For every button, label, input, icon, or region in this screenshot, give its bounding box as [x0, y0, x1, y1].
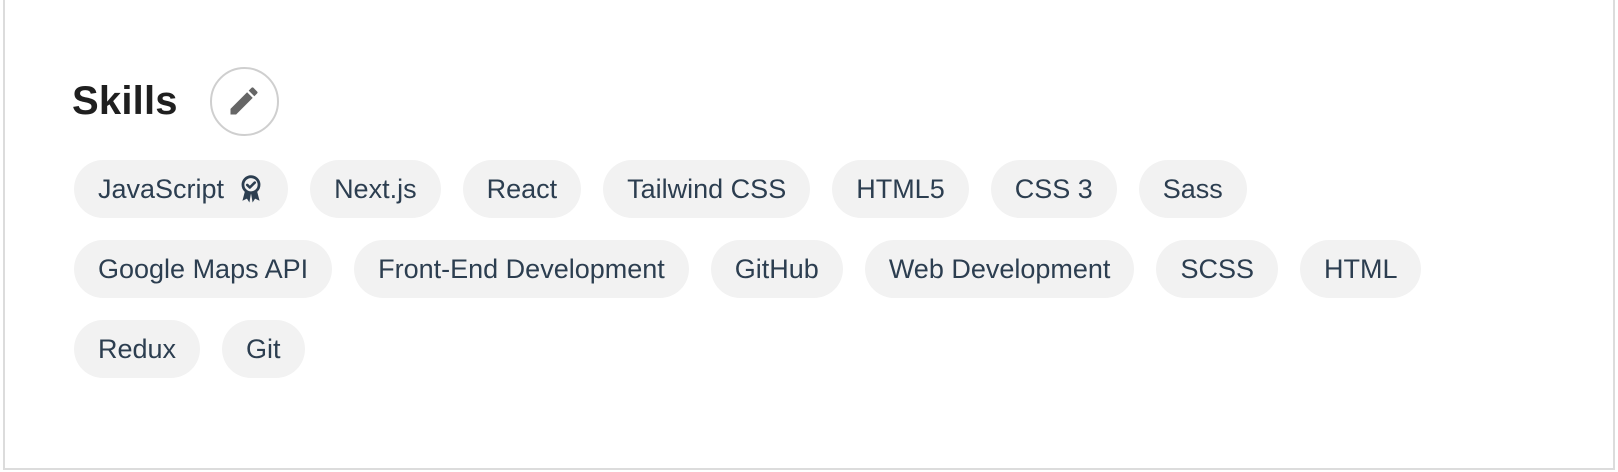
- skill-label: CSS 3: [1014, 173, 1093, 204]
- skill-label: Next.js: [334, 173, 417, 204]
- skill-label: GitHub: [734, 253, 819, 284]
- skills-card: Skills JavaScript Next.js React Tailwind…: [3, 0, 1615, 470]
- section-title: Skills: [72, 78, 178, 123]
- award-ribbon-icon: [238, 174, 264, 204]
- skill-pill-nextjs[interactable]: Next.js: [310, 160, 441, 218]
- skill-label: Redux: [98, 333, 177, 364]
- skills-header: Skills: [72, 66, 279, 136]
- skill-pill-github[interactable]: GitHub: [710, 240, 843, 298]
- skill-label: React: [486, 173, 558, 204]
- skill-pill-sass[interactable]: Sass: [1138, 160, 1247, 218]
- skill-label: SCSS: [1180, 253, 1254, 284]
- skill-pill-html5[interactable]: HTML5: [832, 160, 969, 218]
- skill-pill-scss[interactable]: SCSS: [1156, 240, 1278, 298]
- edit-skills-button[interactable]: [209, 66, 279, 136]
- skill-label: Front-End Development: [378, 253, 665, 284]
- skill-label: Google Maps API: [98, 253, 309, 284]
- skill-label: Sass: [1162, 173, 1223, 204]
- skill-pill-javascript[interactable]: JavaScript: [74, 160, 289, 218]
- skill-label: HTML5: [856, 173, 945, 204]
- skill-pill-front-end-development[interactable]: Front-End Development: [354, 240, 689, 298]
- skill-label: Git: [246, 333, 281, 364]
- skill-pill-css3[interactable]: CSS 3: [990, 160, 1117, 218]
- skill-label: HTML: [1323, 253, 1398, 284]
- skill-pill-html[interactable]: HTML: [1299, 240, 1422, 298]
- skill-pill-web-development[interactable]: Web Development: [864, 240, 1135, 298]
- skill-pill-google-maps-api[interactable]: Google Maps API: [74, 240, 333, 298]
- skill-pill-tailwind-css[interactable]: Tailwind CSS: [603, 160, 811, 218]
- skill-label: Tailwind CSS: [627, 173, 787, 204]
- skill-pill-react[interactable]: React: [462, 160, 582, 218]
- skill-label: JavaScript: [98, 173, 225, 204]
- pencil-icon: [226, 83, 262, 119]
- skills-list: JavaScript Next.js React Tailwind CSS HT…: [74, 160, 1524, 378]
- skill-pill-git[interactable]: Git: [222, 320, 305, 378]
- skill-label: Web Development: [888, 253, 1111, 284]
- skill-pill-redux[interactable]: Redux: [74, 320, 201, 378]
